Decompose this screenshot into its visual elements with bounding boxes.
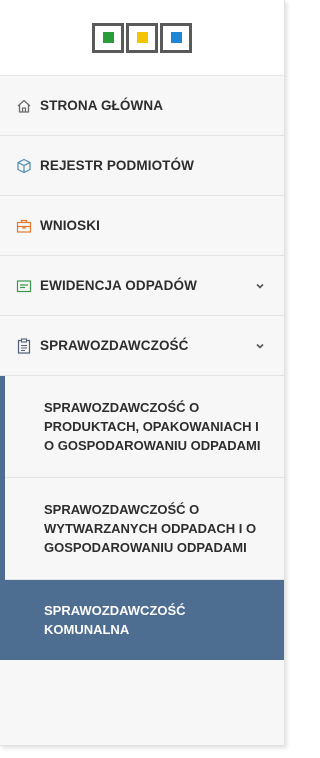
menu-item-rejestr-podmiotow[interactable]: REJESTR PODMIOTÓW [0,136,284,196]
logo-box-green [92,22,124,53]
clipboard-icon [16,337,32,354]
home-icon [16,98,32,114]
menu-item-label: SPRAWOZDAWCZOŚĆ [40,338,189,353]
briefcase-icon [16,218,32,234]
menu-item-label: STRONA GŁÓWNA [40,98,164,113]
menu-item-label: EWIDENCJA ODPADÓW [40,278,197,293]
menu-item-sprawozdawczosc[interactable]: SPRAWOZDAWCZOŚĆ [0,316,284,376]
chevron-down-icon[interactable] [254,280,266,292]
card-icon [16,278,32,294]
submenu-sprawozdawczosc: SPRAWOZDAWCZOŚĆ O PRODUKTACH, OPAKOWANIA… [0,376,284,660]
menu-item-ewidencja-odpadow[interactable]: EWIDENCJA ODPADÓW [0,256,284,316]
menu-item-strona-glowna[interactable]: STRONA GŁÓWNA [0,76,284,136]
menu-item-wnioski[interactable]: WNIOSKI [0,196,284,256]
bdo-logo[interactable] [0,0,284,76]
logo-box-yellow [126,22,158,53]
cube-icon [16,158,32,174]
logo-box-blue [160,22,192,53]
submenu-item-wytwarzane-odpady[interactable]: SPRAWOZDAWCZOŚĆ O WYTWARZANYCH ODPADACH … [0,478,284,580]
menu-item-label: WNIOSKI [40,218,100,233]
submenu-item-produkty-opakowania[interactable]: SPRAWOZDAWCZOŚĆ O PRODUKTACH, OPAKOWANIA… [0,376,284,478]
sidebar: STRONA GŁÓWNA REJESTR PODMIOTÓW WNIOSKI … [0,0,285,746]
submenu-item-komunalna[interactable]: SPRAWOZDAWCZOŚĆ KOMUNALNA [0,580,284,660]
chevron-down-icon[interactable] [254,340,266,352]
menu-item-label: REJESTR PODMIOTÓW [40,158,194,173]
